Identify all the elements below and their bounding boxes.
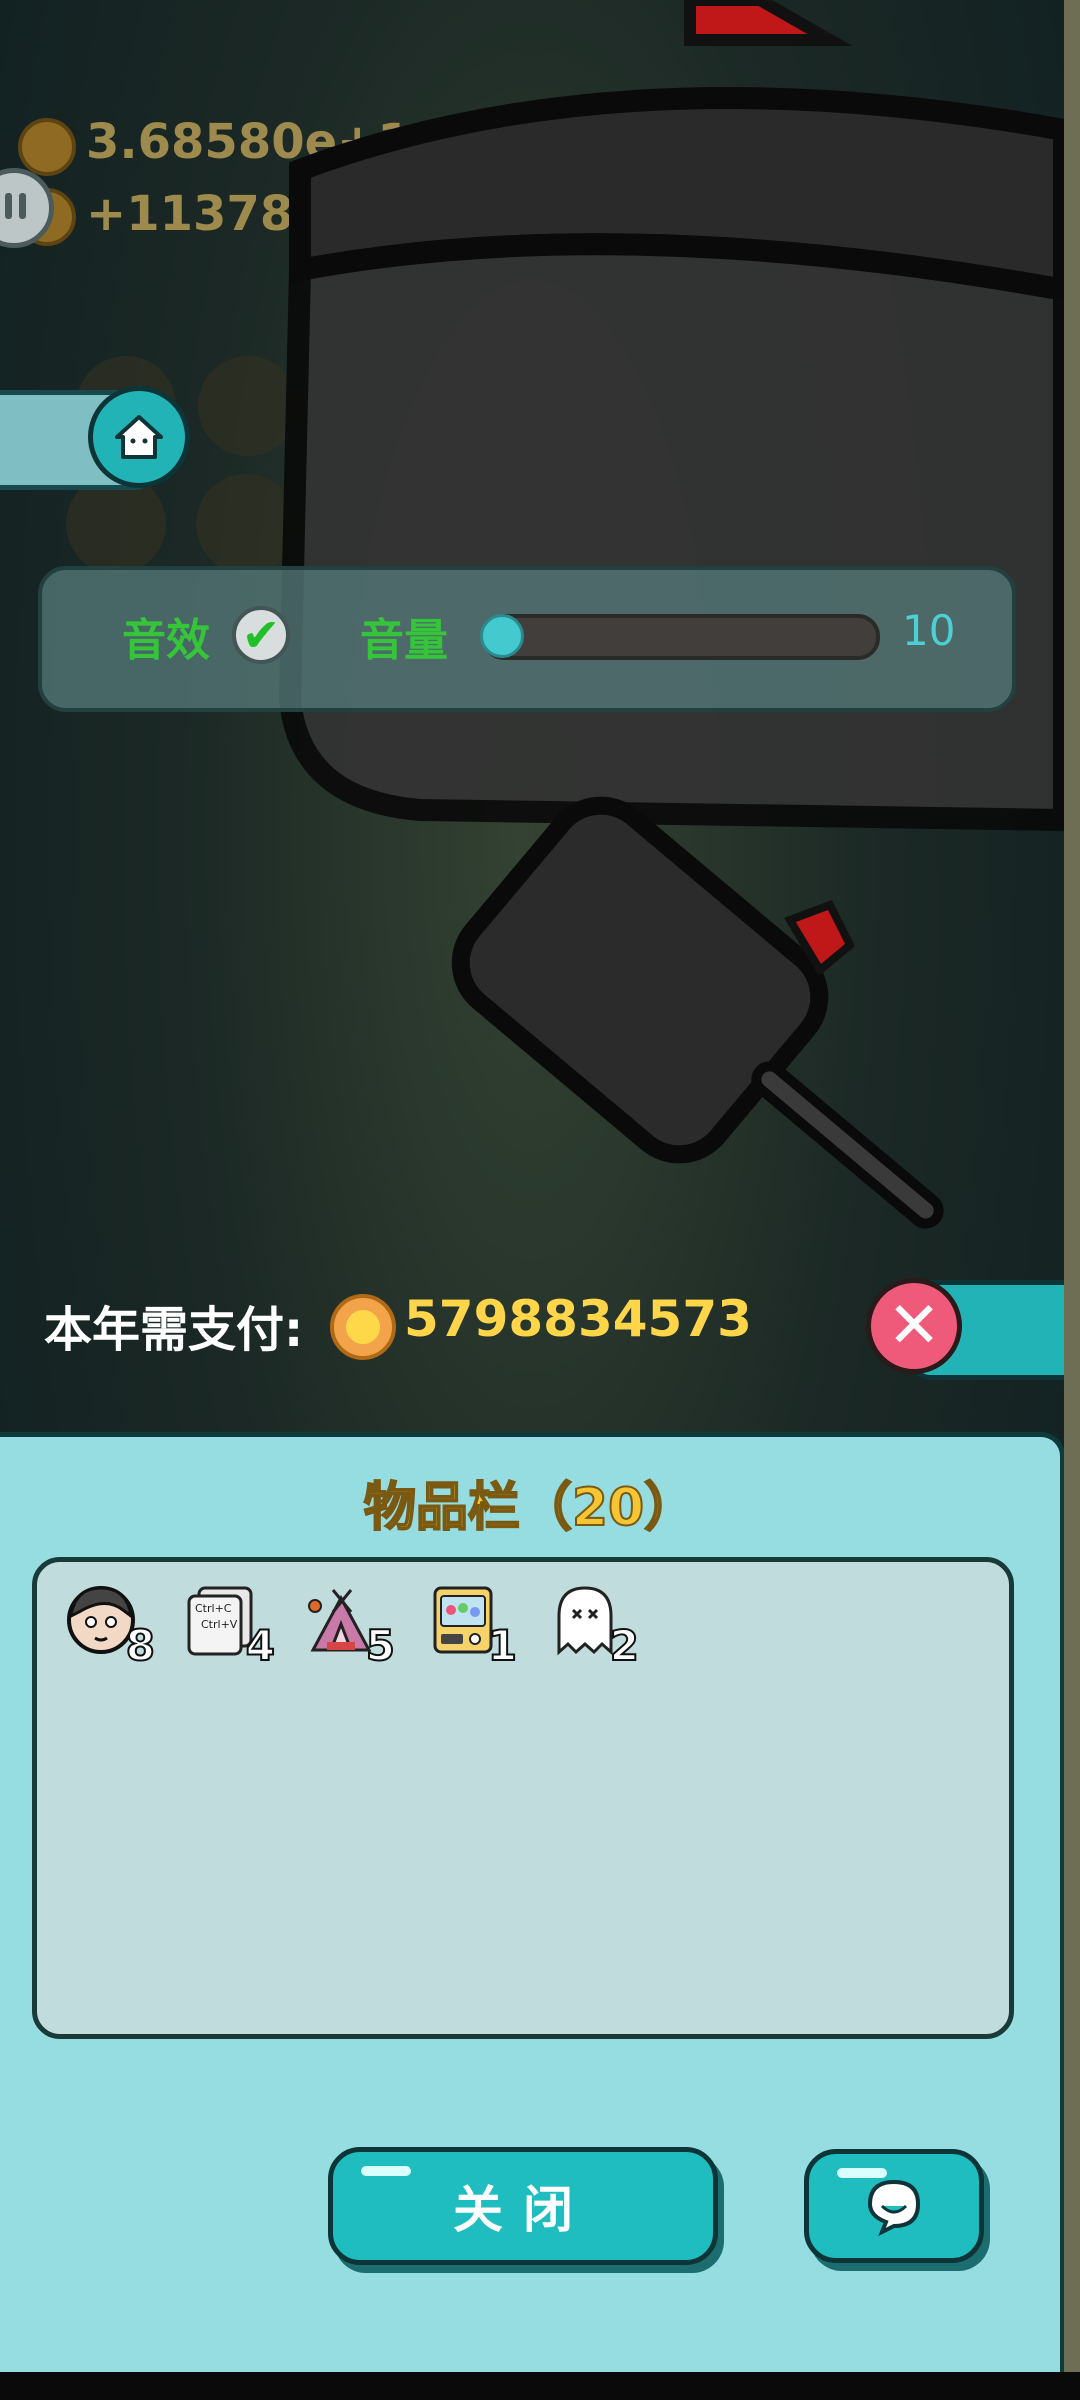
close-icon[interactable]: ✕ bbox=[866, 1278, 962, 1374]
inventory-grid: 8 Ctrl+C Ctrl+V 4 5 1 2 bbox=[32, 1557, 1014, 2039]
pot-illustration bbox=[278, 0, 1064, 1229]
item-count: 2 bbox=[609, 1620, 640, 1671]
inventory-item[interactable]: 1 bbox=[427, 1584, 518, 1671]
svg-text:Ctrl+V: Ctrl+V bbox=[201, 1618, 238, 1631]
inventory-title: 物品栏（20） bbox=[363, 1477, 697, 1539]
payment-amount: 5798834573 bbox=[404, 1290, 752, 1348]
audio-settings-panel: 音效 ✔ 音量 10 bbox=[38, 566, 1016, 712]
checkmark-icon: ✔ bbox=[241, 608, 281, 662]
inventory-panel: 物品栏（20） 8 Ctrl+C Ctrl+V 4 5 1 2 关闭 bbox=[0, 1432, 1065, 2382]
item-count: 4 bbox=[245, 1620, 276, 1671]
inventory-item[interactable]: 2 bbox=[549, 1584, 640, 1671]
sfx-checkbox[interactable]: ✔ bbox=[232, 606, 290, 664]
chat-button[interactable] bbox=[804, 2149, 984, 2263]
close-button-label: 关闭 bbox=[453, 2181, 593, 2239]
navigation-bar bbox=[0, 2372, 1080, 2400]
volume-label: 音量 bbox=[360, 615, 448, 666]
edge-strip bbox=[1064, 0, 1080, 2372]
volume-slider-knob[interactable] bbox=[480, 614, 524, 658]
coin-icon bbox=[330, 1294, 396, 1360]
item-count: 5 bbox=[365, 1620, 396, 1671]
close-button[interactable]: 关闭 bbox=[328, 2147, 718, 2265]
chat-bubble-icon bbox=[867, 2179, 921, 2236]
sfx-label: 音效 bbox=[122, 615, 210, 666]
svg-text:Ctrl+C: Ctrl+C bbox=[195, 1602, 232, 1615]
button-shine bbox=[361, 2166, 411, 2176]
item-count: 8 bbox=[125, 1620, 156, 1671]
volume-value: 10 bbox=[902, 606, 956, 655]
payment-label: 本年需支付: bbox=[44, 1302, 304, 1358]
volume-slider-track[interactable] bbox=[482, 614, 880, 660]
button-shine bbox=[837, 2168, 887, 2178]
inventory-item[interactable]: Ctrl+C Ctrl+V 4 bbox=[185, 1584, 276, 1671]
inventory-item[interactable]: 8 bbox=[65, 1584, 156, 1671]
item-count: 1 bbox=[487, 1620, 518, 1671]
inventory-item[interactable]: 5 bbox=[305, 1584, 396, 1671]
